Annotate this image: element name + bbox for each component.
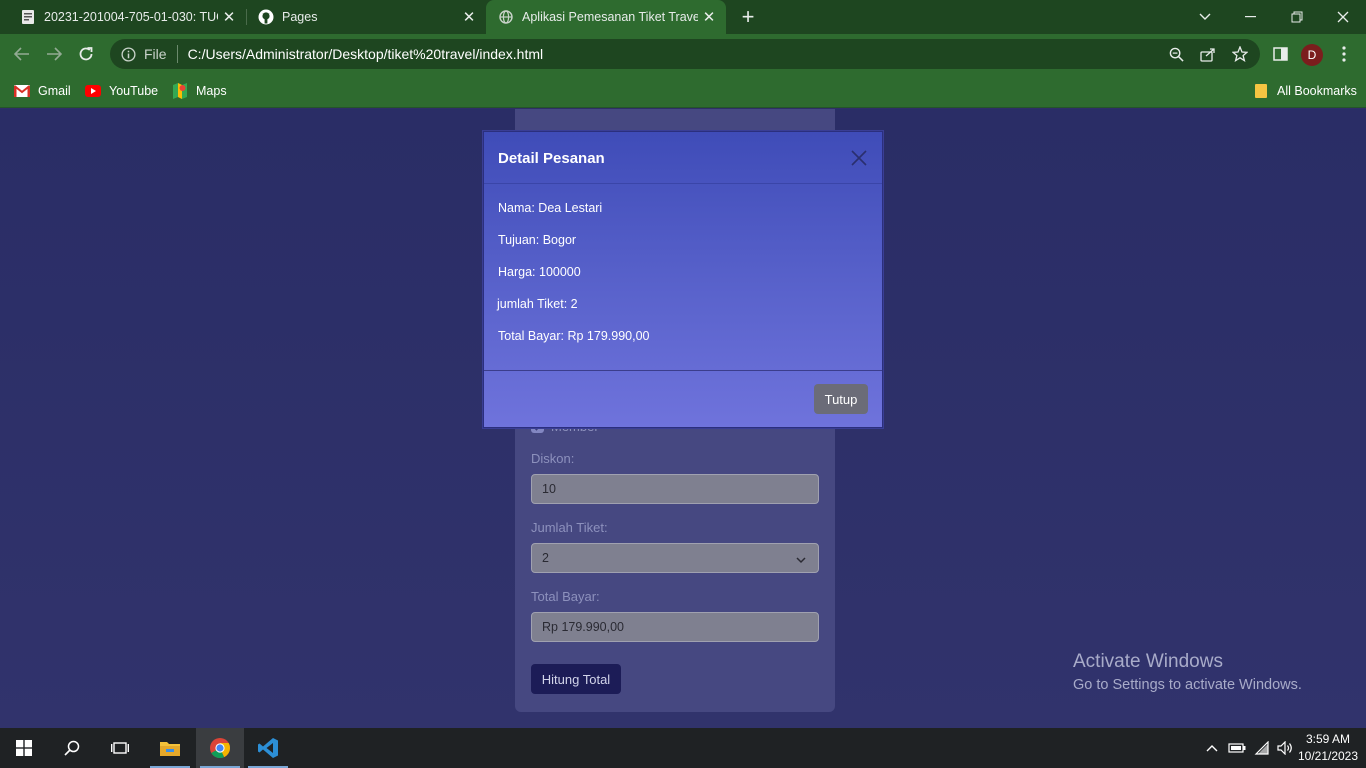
folder-icon: [1253, 83, 1269, 99]
detail-total-bayar: Total Bayar: Rp 179.990,00: [498, 329, 650, 343]
total-bayar-label: Total Bayar:: [531, 589, 600, 604]
minimize-icon[interactable]: [1228, 0, 1274, 34]
detail-tujuan: Tujuan: Bogor: [498, 233, 577, 247]
bookmark-youtube[interactable]: YouTube: [85, 74, 158, 108]
clock-date: 10/21/2023: [1297, 749, 1359, 763]
detail-harga: Harga: 100000: [498, 265, 581, 279]
document-icon: [20, 9, 36, 25]
task-view-icon[interactable]: [96, 728, 144, 768]
tab-title: 20231-201004-705-01-030: TUG: [44, 10, 218, 24]
zoom-icon[interactable]: [1164, 39, 1188, 69]
site-info-icon[interactable]: [120, 46, 136, 62]
github-icon: [258, 9, 274, 25]
browser-toolbar: File C:/Users/Administrator/Desktop/tike…: [0, 34, 1366, 74]
bookmark-maps[interactable]: Maps: [172, 74, 227, 108]
tab-close-icon[interactable]: ✕: [458, 6, 480, 28]
total-bayar-output: Rp 179.990,00: [531, 612, 819, 642]
address-bar[interactable]: File C:/Users/Administrator/Desktop/tike…: [110, 39, 1260, 69]
share-icon[interactable]: [1196, 39, 1220, 69]
watermark-subtitle: Go to Settings to activate Windows.: [1073, 677, 1302, 693]
jumlah-tiket-select[interactable]: 2: [531, 543, 819, 573]
address-divider: [176, 45, 178, 63]
network-icon[interactable]: [1250, 728, 1274, 768]
close-icon[interactable]: [850, 149, 868, 167]
tab-search-icon[interactable]: [1182, 0, 1228, 34]
tab-title: Pages: [282, 10, 318, 24]
restore-icon[interactable]: [1274, 0, 1320, 34]
tray-overflow-icon[interactable]: [1200, 728, 1224, 768]
file-explorer-icon[interactable]: [146, 728, 194, 768]
order-detail-modal: Detail Pesanan Nama: Dea Lestari Tujuan:…: [483, 131, 883, 428]
volume-icon[interactable]: [1273, 728, 1297, 768]
url-text[interactable]: C:/Users/Administrator/Desktop/tiket%20t…: [188, 46, 544, 62]
clock-time: 3:59 AM: [1305, 732, 1351, 746]
taskbar-clock[interactable]: 3:59 AM 10/21/2023: [1296, 731, 1360, 765]
jumlah-tiket-label: Jumlah Tiket:: [531, 520, 608, 535]
windows-taskbar: 3:59 AM 10/21/2023: [0, 728, 1366, 768]
youtube-icon: [85, 83, 101, 99]
side-panel-icon[interactable]: [1268, 42, 1292, 66]
vscode-icon[interactable]: [244, 728, 292, 768]
watermark-title: Activate Windows: [1073, 651, 1223, 672]
gmail-icon: [14, 83, 30, 99]
diskon-input[interactable]: 10: [531, 474, 819, 504]
modal-title: Detail Pesanan: [498, 150, 605, 167]
tab-title: Aplikasi Pemesanan Tiket Travel: [522, 10, 698, 24]
globe-icon: [498, 9, 514, 25]
maps-icon: [172, 83, 188, 99]
jumlah-tiket-value: 2: [542, 551, 549, 565]
tab-2[interactable]: Pages ✕: [238, 0, 486, 34]
bookmarks-bar: Gmail YouTube Maps All Bookmarks: [0, 74, 1366, 108]
menu-kebab-icon[interactable]: [1332, 42, 1356, 66]
diskon-label: Diskon:: [531, 451, 575, 466]
forward-icon[interactable]: [42, 42, 66, 66]
close-window-icon[interactable]: [1320, 0, 1366, 34]
back-icon[interactable]: [10, 42, 34, 66]
all-bookmarks-label: All Bookmarks: [1277, 84, 1357, 98]
modal-header: Detail Pesanan: [484, 132, 882, 184]
tab-close-icon[interactable]: ✕: [218, 6, 240, 28]
search-icon[interactable]: [48, 728, 96, 768]
bookmark-label: YouTube: [109, 84, 159, 98]
activate-windows-watermark: Activate Windows Go to Settings to activ…: [1073, 651, 1302, 693]
all-bookmarks[interactable]: All Bookmarks: [1253, 74, 1357, 108]
bookmark-gmail[interactable]: Gmail: [14, 74, 71, 108]
battery-icon[interactable]: [1225, 728, 1249, 768]
chrome-icon[interactable]: [196, 728, 244, 768]
bookmark-star-icon[interactable]: [1228, 39, 1252, 69]
scheme-label: File: [144, 46, 167, 62]
tab-strip: 20231-201004-705-01-030: TUG ✕ Pages ✕ A…: [0, 0, 1366, 34]
detail-jumlah-tiket: jumlah Tiket: 2: [497, 297, 578, 311]
bookmark-label: Maps: [196, 84, 227, 98]
profile-avatar[interactable]: D: [1301, 44, 1323, 66]
modal-footer: Tutup: [484, 370, 882, 428]
detail-nama: Nama: Dea Lestari: [498, 201, 603, 215]
tab-1[interactable]: 20231-201004-705-01-030: TUG ✕: [0, 0, 246, 34]
tutup-button[interactable]: Tutup: [814, 384, 868, 414]
reload-icon[interactable]: [74, 42, 98, 66]
chevron-down-icon: [796, 553, 806, 567]
tab-3-active[interactable]: Aplikasi Pemesanan Tiket Travel ✕: [486, 0, 726, 34]
hitung-total-button[interactable]: Hitung Total: [531, 664, 621, 694]
bookmark-label: Gmail: [38, 84, 71, 98]
tab-close-icon[interactable]: ✕: [698, 6, 720, 28]
start-icon[interactable]: [0, 728, 48, 768]
new-tab-icon[interactable]: +: [736, 4, 760, 29]
